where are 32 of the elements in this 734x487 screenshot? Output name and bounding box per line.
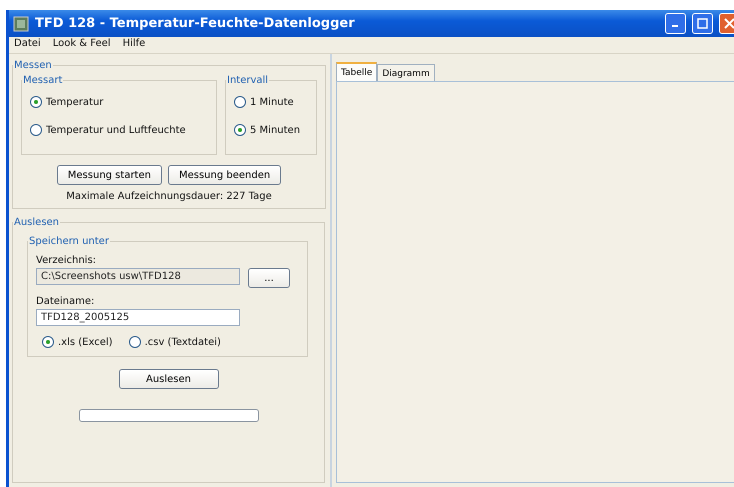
radio-option[interactable]: 1 Minute [234,96,308,108]
field-label: Dateiname: [36,296,96,307]
maximize-button[interactable] [692,13,713,34]
radio-option[interactable]: .xls (Excel) [42,336,113,348]
menu-item[interactable]: Look & Feel [52,38,111,52]
group-title: Intervall [226,75,270,86]
field-label: Verzeichnis: [36,255,98,266]
tab[interactable]: Diagramm [377,64,435,81]
app-icon [13,16,29,32]
tab[interactable]: Tabelle [336,62,378,81]
action-button[interactable]: Messung starten [56,165,162,185]
minimize-button[interactable] [665,13,686,34]
group-title: Messen [13,60,53,71]
close-icon [724,18,734,29]
close-button[interactable] [719,13,734,34]
info-text: Maximale Aufzeichnungsdauer: 227 Tage [65,191,273,202]
radio-option[interactable]: Temperatur [30,96,208,108]
radio-option[interactable]: 5 Minuten [234,124,308,136]
menu-item[interactable]: Hilfe [122,38,146,52]
radio-option[interactable]: Temperatur und Luftfeuchte [30,124,208,136]
action-button[interactable]: Messung beenden [168,165,282,185]
group-title: Speichern unter [28,236,110,247]
menu-item[interactable]: Datei [14,38,41,52]
browse-button[interactable]: ... [248,268,290,288]
read-button[interactable]: Auslesen [118,369,218,389]
group-title: Messart [22,75,64,86]
directory-field[interactable]: C:\Screenshots usw\TFD128 [36,268,240,285]
window-title: TFD 128 - Temperatur-Feuchte-Datenlogger [35,16,356,31]
filename-field[interactable]: TFD128_2005125 [36,309,240,326]
radio-option[interactable]: .csv (Textdatei) [128,336,221,348]
group-title: Auslesen [13,217,60,228]
maximize-icon [697,18,708,29]
